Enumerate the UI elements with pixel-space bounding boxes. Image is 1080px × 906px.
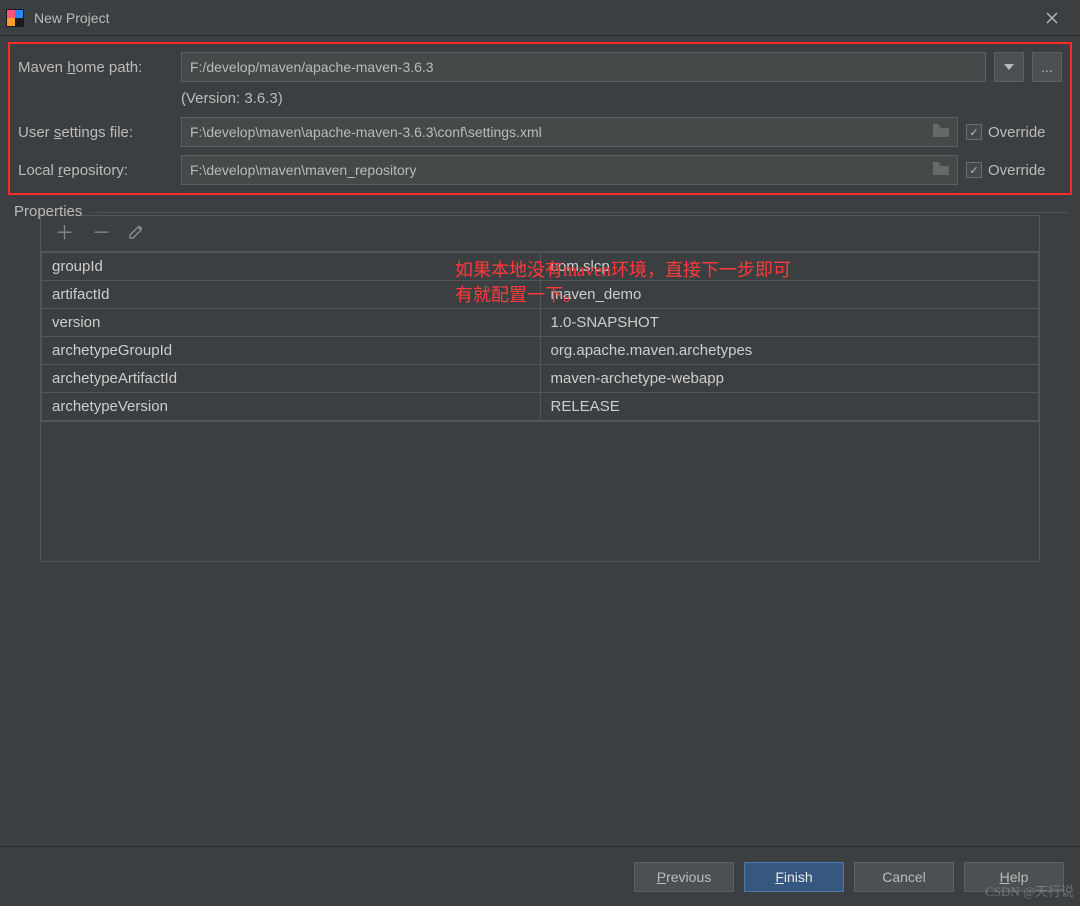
folder-icon xyxy=(933,124,949,140)
maven-config-highlight: Maven home path: F:/develop/maven/apache… xyxy=(8,42,1072,195)
local-repo-label: Local repository: xyxy=(18,162,173,179)
prop-value: RELEASE xyxy=(540,393,1039,421)
user-settings-override[interactable]: ✓ Override xyxy=(966,124,1062,141)
close-button[interactable] xyxy=(1030,0,1074,36)
user-settings-input[interactable]: F:\develop\maven\apache-maven-3.6.3\conf… xyxy=(181,117,958,147)
titlebar: New Project xyxy=(0,0,1080,36)
checkbox-icon: ✓ xyxy=(966,162,982,178)
properties-toolbar: ＋ － xyxy=(41,216,1039,252)
prop-key: archetypeArtifactId xyxy=(42,365,541,393)
remove-button[interactable]: － xyxy=(92,224,111,243)
prop-value: org.apache.maven.archetypes xyxy=(540,337,1039,365)
table-row[interactable]: archetypeArtifactIdmaven-archetype-webap… xyxy=(42,365,1039,393)
table-row[interactable]: archetypeVersionRELEASE xyxy=(42,393,1039,421)
maven-home-input[interactable]: F:/develop/maven/apache-maven-3.6.3 xyxy=(181,52,986,82)
annotation-text: 如果本地没有maven环境，直接下一步即可 有就配置一下。 xyxy=(455,258,791,308)
local-repo-input[interactable]: F:\develop\maven\maven_repository xyxy=(181,155,958,185)
user-settings-row: User settings file: F:\develop\maven\apa… xyxy=(18,117,1062,147)
prop-key: archetypeGroupId xyxy=(42,337,541,365)
chevron-down-icon xyxy=(1004,64,1014,70)
user-settings-label: User settings file: xyxy=(18,124,173,141)
maven-home-row: Maven home path: F:/develop/maven/apache… xyxy=(18,52,1062,82)
table-row[interactable]: archetypeGroupIdorg.apache.maven.archety… xyxy=(42,337,1039,365)
prop-value: maven-archetype-webapp xyxy=(540,365,1039,393)
footer: Previous Finish Cancel Help xyxy=(0,846,1080,906)
window-title: New Project xyxy=(34,10,109,26)
properties-empty-area xyxy=(41,421,1039,561)
maven-home-label: Maven home path: xyxy=(18,59,173,76)
previous-button[interactable]: Previous xyxy=(634,862,734,892)
prop-value: 1.0-SNAPSHOT xyxy=(540,309,1039,337)
maven-home-browse[interactable]: ... xyxy=(1032,52,1062,82)
maven-version-text: (Version: 3.6.3) xyxy=(181,90,1062,107)
maven-home-dropdown[interactable] xyxy=(994,52,1024,82)
table-row[interactable]: version1.0-SNAPSHOT xyxy=(42,309,1039,337)
close-icon xyxy=(1046,12,1058,24)
prop-key: version xyxy=(42,309,541,337)
properties-separator xyxy=(90,212,1068,213)
local-repo-override[interactable]: ✓ Override xyxy=(966,162,1062,179)
app-logo-icon xyxy=(6,9,24,27)
add-button[interactable]: ＋ xyxy=(55,224,74,243)
cancel-button[interactable]: Cancel xyxy=(854,862,954,892)
pencil-icon xyxy=(129,225,143,239)
watermark: CSDN @天行说 xyxy=(985,881,1074,900)
checkbox-icon: ✓ xyxy=(966,124,982,140)
edit-button[interactable] xyxy=(129,224,143,243)
local-repo-row: Local repository: F:\develop\maven\maven… xyxy=(18,155,1062,185)
finish-button[interactable]: Finish xyxy=(744,862,844,892)
prop-key: archetypeVersion xyxy=(42,393,541,421)
folder-icon xyxy=(933,162,949,178)
